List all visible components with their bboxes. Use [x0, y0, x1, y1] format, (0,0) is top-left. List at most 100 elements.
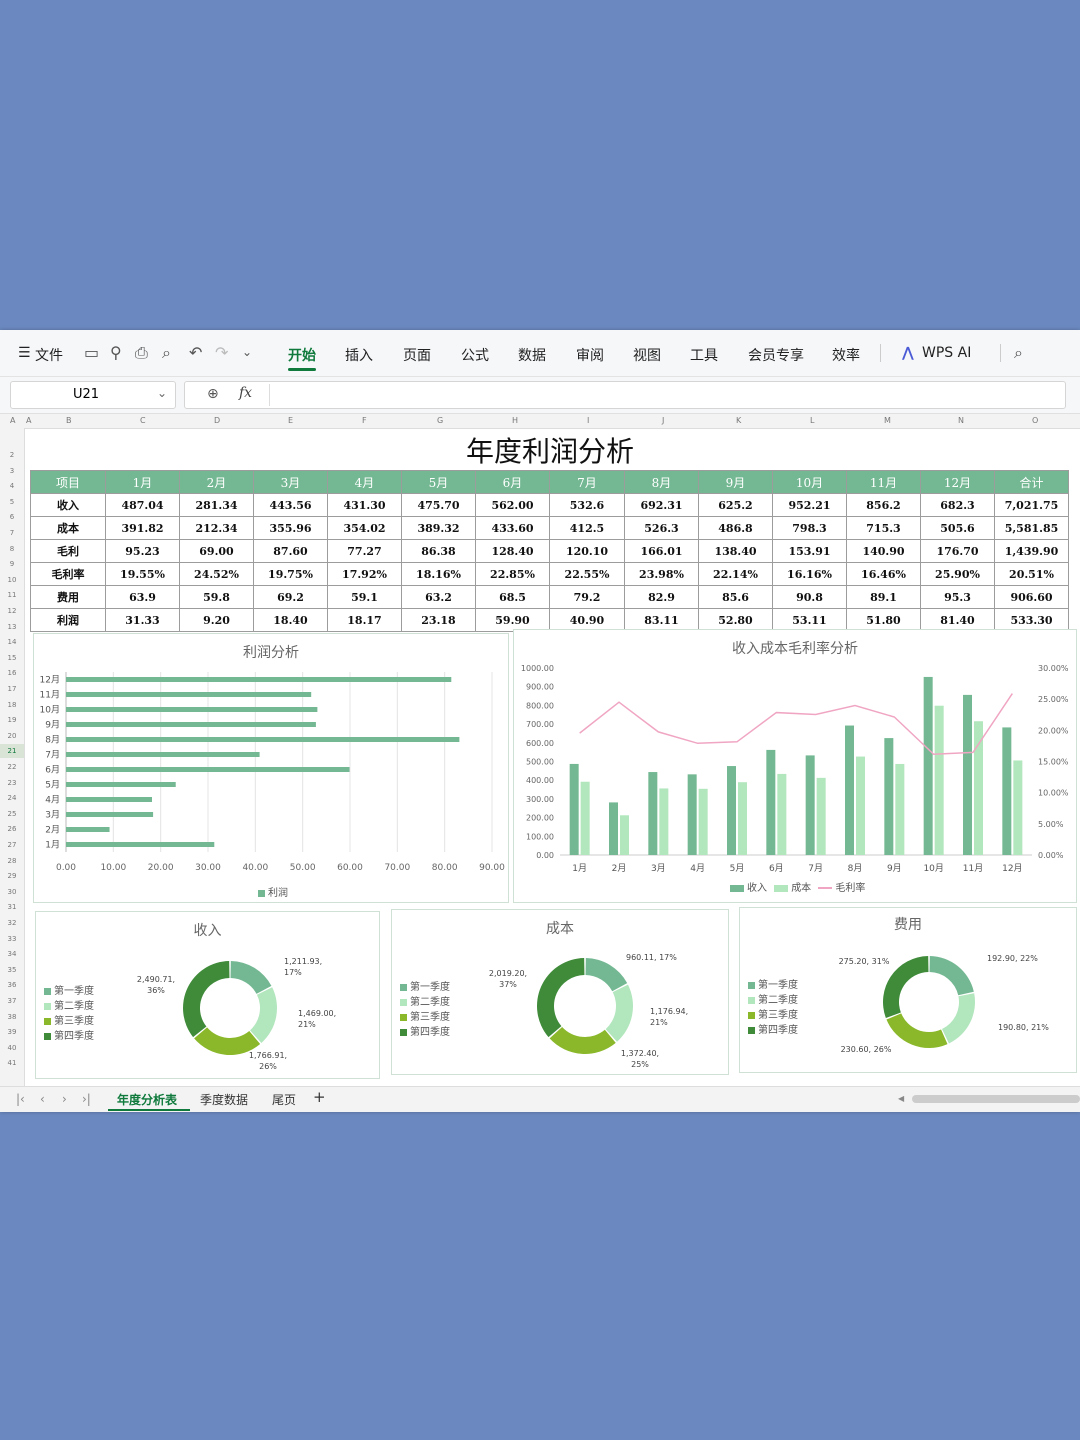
- row-label-cell[interactable]: 费用: [30, 585, 106, 609]
- table-cell[interactable]: 625.2: [698, 493, 773, 517]
- row-number[interactable]: 12: [0, 604, 24, 618]
- table-cell[interactable]: 9.20: [179, 608, 254, 632]
- table-cell[interactable]: 952.21: [772, 493, 847, 517]
- tab-efficiency[interactable]: 效率: [832, 345, 860, 365]
- table-cell[interactable]: 89.1: [846, 585, 921, 609]
- row-number[interactable]: 16: [0, 666, 24, 680]
- table-cell[interactable]: 18.40: [253, 608, 328, 632]
- table-header-cell[interactable]: 合计: [994, 470, 1069, 494]
- tab-insert[interactable]: 插入: [345, 345, 373, 365]
- row-number[interactable]: 3: [0, 464, 24, 478]
- table-cell[interactable]: 68.5: [475, 585, 550, 609]
- row-number[interactable]: 19: [0, 713, 24, 727]
- table-cell[interactable]: 87.60: [253, 539, 328, 563]
- file-menu[interactable]: 文件: [35, 345, 63, 365]
- table-header-cell[interactable]: 2月: [179, 470, 254, 494]
- table-cell[interactable]: 692.31: [624, 493, 699, 517]
- table-cell[interactable]: 17.92%: [327, 562, 402, 586]
- column-label[interactable]: K: [736, 416, 741, 425]
- revenue-donut-chart[interactable]: 收入 1,211.93, 17% 1,469.00, 21% 1,766.91, 26% 2…: [35, 911, 380, 1079]
- table-cell[interactable]: 153.91: [772, 539, 847, 563]
- table-header-cell[interactable]: 7月: [549, 470, 625, 494]
- row-number[interactable]: 32: [0, 916, 24, 930]
- table-cell[interactable]: 715.3: [846, 516, 921, 540]
- table-cell[interactable]: 63.9: [105, 585, 180, 609]
- table-cell[interactable]: 22.14%: [698, 562, 773, 586]
- row-number[interactable]: 20: [0, 729, 24, 743]
- wps-ai-button[interactable]: WPS AI: [922, 345, 971, 361]
- row-number[interactable]: 9: [0, 557, 24, 571]
- row-number[interactable]: 17: [0, 682, 24, 696]
- tab-view[interactable]: 视图: [633, 345, 661, 365]
- column-label[interactable]: M: [884, 416, 891, 425]
- row-number[interactable]: 28: [0, 854, 24, 868]
- column-label[interactable]: A: [10, 416, 15, 425]
- table-header-cell[interactable]: 10月: [772, 470, 847, 494]
- horizontal-scrollbar[interactable]: [912, 1095, 1080, 1103]
- table-cell[interactable]: 23.98%: [624, 562, 699, 586]
- table-header-cell[interactable]: 项目: [30, 470, 106, 494]
- table-cell[interactable]: 79.2: [549, 585, 625, 609]
- row-number[interactable]: 26: [0, 822, 24, 836]
- row-number[interactable]: 6: [0, 510, 24, 524]
- row-number[interactable]: 21: [0, 744, 24, 759]
- table-cell[interactable]: 486.8: [698, 516, 773, 540]
- tab-data[interactable]: 数据: [518, 345, 546, 365]
- column-label[interactable]: A: [26, 416, 31, 425]
- last-sheet-icon[interactable]: ›|: [82, 1092, 91, 1106]
- column-label[interactable]: F: [362, 416, 367, 425]
- next-sheet-icon[interactable]: ›: [62, 1092, 67, 1106]
- prev-sheet-icon[interactable]: ‹: [40, 1092, 45, 1106]
- table-cell[interactable]: 526.3: [624, 516, 699, 540]
- table-cell[interactable]: 90.8: [772, 585, 847, 609]
- column-label[interactable]: E: [288, 416, 293, 425]
- column-label[interactable]: L: [810, 416, 814, 425]
- redo-icon[interactable]: ↷: [215, 343, 228, 362]
- table-header-cell[interactable]: 11月: [846, 470, 921, 494]
- first-sheet-icon[interactable]: |‹: [16, 1092, 25, 1106]
- table-cell[interactable]: 16.16%: [772, 562, 847, 586]
- table-cell[interactable]: 19.75%: [253, 562, 328, 586]
- row-number[interactable]: 29: [0, 869, 24, 883]
- table-cell[interactable]: 95.23: [105, 539, 180, 563]
- table-cell[interactable]: 16.46%: [846, 562, 921, 586]
- share-icon[interactable]: ⚲: [110, 343, 122, 362]
- row-number[interactable]: 31: [0, 900, 24, 914]
- table-cell[interactable]: 433.60: [475, 516, 550, 540]
- table-cell[interactable]: 5,581.85: [994, 516, 1069, 540]
- revenue-cost-chart[interactable]: 收入成本毛利率分析 0.00 100.00 200.00 300.00 400.00 50…: [513, 629, 1077, 903]
- table-cell[interactable]: 389.32: [401, 516, 476, 540]
- scroll-left-icon[interactable]: ◀: [898, 1094, 904, 1103]
- table-cell[interactable]: 18.16%: [401, 562, 476, 586]
- row-label-cell[interactable]: 收入: [30, 493, 106, 517]
- row-number[interactable]: 11: [0, 588, 24, 602]
- column-label[interactable]: H: [512, 416, 518, 425]
- zoom-icon[interactable]: ⊕: [207, 386, 219, 402]
- row-number[interactable]: 25: [0, 807, 24, 821]
- row-number[interactable]: 36: [0, 978, 24, 992]
- row-label-cell[interactable]: 成本: [30, 516, 106, 540]
- row-number[interactable]: 10: [0, 573, 24, 587]
- table-cell[interactable]: 140.90: [846, 539, 921, 563]
- row-label-cell[interactable]: 毛利: [30, 539, 106, 563]
- table-cell[interactable]: 412.5: [549, 516, 625, 540]
- row-number[interactable]: 34: [0, 947, 24, 961]
- table-cell[interactable]: 798.3: [772, 516, 847, 540]
- table-cell[interactable]: 562.00: [475, 493, 550, 517]
- table-cell[interactable]: 487.04: [105, 493, 180, 517]
- row-number[interactable]: 18: [0, 698, 24, 712]
- row-number[interactable]: 15: [0, 651, 24, 665]
- row-number[interactable]: 41: [0, 1056, 24, 1070]
- undo-icon[interactable]: ↶: [189, 343, 202, 362]
- column-label[interactable]: D: [214, 416, 220, 425]
- table-cell[interactable]: 355.96: [253, 516, 328, 540]
- row-number[interactable]: 39: [0, 1025, 24, 1039]
- table-header-cell[interactable]: 1月: [105, 470, 180, 494]
- table-cell[interactable]: 166.01: [624, 539, 699, 563]
- table-cell[interactable]: 20.51%: [994, 562, 1069, 586]
- table-cell[interactable]: 856.2: [846, 493, 921, 517]
- row-number[interactable]: 33: [0, 932, 24, 946]
- row-number[interactable]: 37: [0, 994, 24, 1008]
- tab-start[interactable]: 开始: [288, 345, 316, 365]
- table-header-cell[interactable]: 3月: [253, 470, 328, 494]
